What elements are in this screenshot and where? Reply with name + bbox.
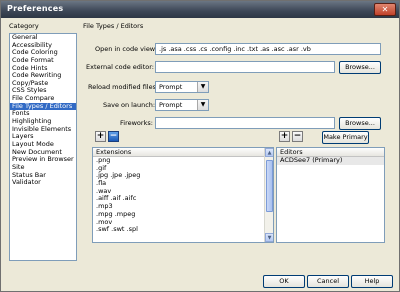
close-button[interactable]: ✕ <box>374 3 396 16</box>
panel-title: File Types / Editors <box>83 22 144 30</box>
category-list[interactable]: General Accessibility Code Coloring Code Fo… <box>9 33 77 261</box>
chevron-down-icon: ▼ <box>197 82 208 92</box>
extension-item[interactable]: .mpg .mpeg <box>93 210 273 219</box>
editors-list[interactable]: Editors ACDSee7 (Primary) <box>276 147 385 243</box>
chevron-down-icon: ▼ <box>197 100 208 110</box>
reload-modified-files-label: Reload modified files: <box>88 83 159 91</box>
fireworks-label: Fireworks: <box>120 119 153 127</box>
add-editor-button[interactable]: + <box>279 131 290 142</box>
open-in-code-view-label: Open in code view: <box>95 45 157 53</box>
window-title: Preferences <box>7 4 64 13</box>
remove-editor-button[interactable]: − <box>292 131 303 142</box>
cancel-button[interactable]: Cancel <box>307 275 349 288</box>
editor-item[interactable]: ACDSee7 (Primary) <box>277 156 384 165</box>
external-code-editor-input[interactable] <box>155 61 335 73</box>
help-button[interactable]: Help <box>351 275 393 288</box>
extension-item[interactable]: .aiff .aif .aifc <box>93 195 273 203</box>
extensions-list[interactable]: Extensions .png .gif .jpg .jpe .jpeg .fla .w… <box>92 147 274 243</box>
ok-button[interactable]: OK <box>263 275 305 288</box>
extension-item[interactable]: .png <box>93 156 273 165</box>
extension-item[interactable]: .fla <box>93 179 273 188</box>
external-editor-browse-button[interactable]: Browse... <box>339 61 381 74</box>
scrollbar-thumb[interactable] <box>266 160 273 212</box>
extensions-scrollbar[interactable]: ▲ ▼ <box>264 148 273 242</box>
extension-item[interactable]: .jpg .jpe .jpeg <box>93 172 273 180</box>
reload-modified-files-value: Prompt <box>159 83 183 91</box>
extension-item[interactable]: .swf .swt .spl <box>93 225 273 234</box>
save-on-launch-value: Prompt <box>159 101 183 109</box>
reload-modified-files-select[interactable]: Prompt ▼ <box>155 81 209 93</box>
make-primary-button[interactable]: Make Primary <box>322 131 369 144</box>
category-item[interactable]: Validator <box>10 179 76 187</box>
fireworks-browse-button[interactable]: Browse... <box>339 117 381 130</box>
extensions-header: Extensions <box>93 148 273 157</box>
fireworks-input[interactable] <box>155 117 335 129</box>
title-bar: Preferences ✕ <box>1 1 399 18</box>
remove-extension-button[interactable]: − <box>108 131 119 142</box>
category-label: Category <box>9 22 39 30</box>
scroll-up-icon[interactable]: ▲ <box>265 148 273 157</box>
scroll-down-icon[interactable]: ▼ <box>265 233 273 242</box>
open-in-code-view-input[interactable]: .js .asa .css .cs .config .inc .txt .as … <box>155 43 381 55</box>
save-on-launch-select[interactable]: Prompt ▼ <box>155 99 209 111</box>
save-on-launch-label: Save on launch: <box>103 101 156 109</box>
preferences-window: Preferences ✕ Category General Accessibil… <box>0 0 400 292</box>
external-code-editor-label: External code editor: <box>86 63 154 71</box>
add-extension-button[interactable]: + <box>95 131 106 142</box>
